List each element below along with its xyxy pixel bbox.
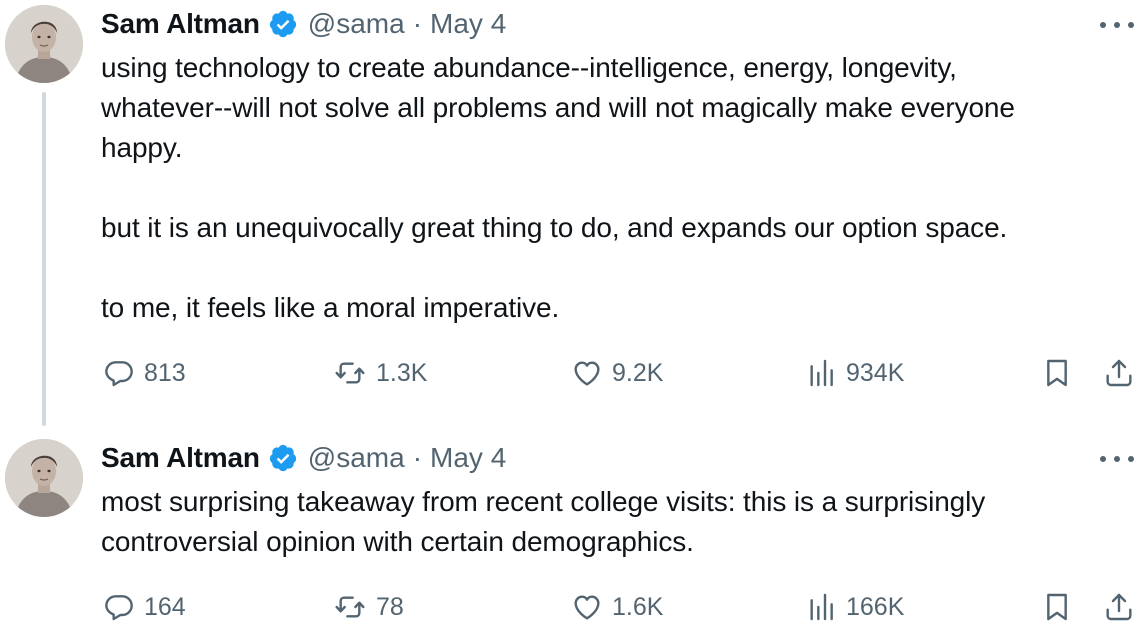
author-name[interactable]: Sam Altman (101, 8, 260, 40)
share-button[interactable] (1103, 353, 1135, 393)
like-button[interactable]: 1.6K (571, 587, 663, 627)
like-icon (571, 591, 603, 623)
thread-connector-line (42, 92, 46, 426)
repost-button[interactable]: 78 (333, 587, 404, 627)
reply-button[interactable]: 164 (103, 587, 186, 627)
repost-icon (333, 357, 367, 389)
share-icon (1103, 591, 1135, 623)
tweet[interactable]: Sam Altman @sama · May 4 most surprising… (0, 434, 1144, 642)
reply-icon (103, 357, 135, 389)
avatar[interactable] (5, 5, 83, 83)
reply-count: 813 (144, 358, 186, 387)
tweet[interactable]: Sam Altman @sama · May 4 using technolog… (0, 0, 1144, 430)
repost-button[interactable]: 1.3K (333, 353, 427, 393)
bookmark-icon (1041, 357, 1073, 389)
views-count: 166K (846, 592, 905, 621)
verified-badge-icon (268, 443, 298, 473)
bookmark-button[interactable] (1041, 587, 1073, 627)
tweet-date[interactable]: May 4 (430, 442, 506, 474)
bookmark-icon (1041, 591, 1073, 623)
views-button[interactable]: 166K (805, 587, 904, 627)
repost-count: 1.3K (376, 358, 428, 387)
bookmark-button[interactable] (1041, 353, 1073, 393)
views-button[interactable]: 934K (805, 353, 904, 393)
like-icon (571, 357, 603, 389)
separator-dot: · (412, 442, 423, 473)
share-button[interactable] (1103, 587, 1135, 627)
tweet-actions: 813 1.3K 9.2K 934K (101, 353, 1141, 393)
separator-dot: · (412, 8, 423, 39)
like-count: 1.6K (612, 592, 664, 621)
author-handle[interactable]: @sama (308, 442, 405, 474)
more-icon[interactable] (1100, 15, 1134, 35)
verified-badge-icon (268, 9, 298, 39)
tweet-text: most surprising takeaway from recent col… (101, 486, 986, 557)
like-count: 9.2K (612, 358, 664, 387)
more-icon[interactable] (1100, 449, 1134, 469)
tweet-header: Sam Altman @sama · May 4 (101, 4, 506, 44)
reply-icon (103, 591, 135, 623)
share-icon (1103, 357, 1135, 389)
like-button[interactable]: 9.2K (571, 353, 663, 393)
views-icon (805, 591, 837, 623)
tweet-date[interactable]: May 4 (430, 8, 506, 40)
reply-count: 164 (144, 592, 186, 621)
views-count: 934K (846, 358, 905, 387)
avatar[interactable] (5, 439, 83, 517)
tweet-text: using technology to create abundance--in… (101, 52, 1015, 323)
views-icon (805, 357, 837, 389)
author-handle[interactable]: @sama (308, 8, 405, 40)
repost-count: 78 (376, 592, 404, 621)
tweet-actions: 164 78 1.6K 166K (101, 587, 1141, 627)
reply-button[interactable]: 813 (103, 353, 186, 393)
repost-icon (333, 591, 367, 623)
tweet-header: Sam Altman @sama · May 4 (101, 438, 506, 478)
author-name[interactable]: Sam Altman (101, 442, 260, 474)
